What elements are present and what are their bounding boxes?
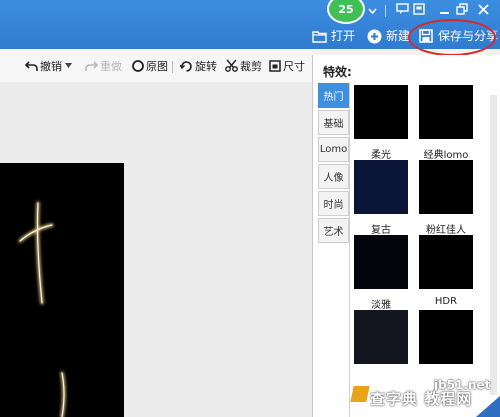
skin-icon[interactable] xyxy=(410,3,428,19)
undo-label: 撤销 xyxy=(40,59,62,73)
open-button[interactable]: 打开 xyxy=(311,26,355,46)
original-button[interactable]: 原图 xyxy=(131,57,168,74)
effect-label: 柔光 xyxy=(371,150,391,161)
watermark-logo-icon xyxy=(350,386,370,402)
redo-button[interactable]: 重做 xyxy=(85,57,122,74)
effect-label: 淡雅 xyxy=(371,300,391,311)
folder-icon xyxy=(311,28,327,44)
tab-fashion[interactable]: 时尚 xyxy=(318,191,349,216)
tab-lomo[interactable]: Lomo xyxy=(318,137,349,162)
undo-icon xyxy=(25,59,38,72)
effects-title: 特效: xyxy=(323,65,352,79)
effect-thumb[interactable] xyxy=(354,310,408,364)
tab-art[interactable]: 艺术 xyxy=(318,218,349,243)
restore-icon[interactable] xyxy=(453,3,471,19)
tab-rail-divider xyxy=(349,83,350,417)
crop-label: 裁剪 xyxy=(240,59,262,73)
new-button[interactable]: 新建 xyxy=(366,26,410,46)
tab-portrait[interactable]: 人像 xyxy=(318,164,349,189)
toolbar-divider xyxy=(172,61,173,73)
size-label: 尺寸 xyxy=(283,59,305,73)
rotate-label: 旋转 xyxy=(195,59,217,73)
crop-button[interactable]: 裁剪 xyxy=(225,57,262,74)
effect-thumb[interactable] xyxy=(419,310,473,364)
new-label: 新建 xyxy=(386,29,411,43)
effect-thumb-classic-lomo[interactable] xyxy=(419,85,473,139)
effect-label: HDR xyxy=(434,296,458,307)
effect-thumb-vintage[interactable] xyxy=(354,160,408,214)
dropdown-arrow-icon[interactable] xyxy=(363,3,381,19)
original-circle-icon xyxy=(131,59,144,72)
effect-thumb-hdr[interactable] xyxy=(419,235,473,289)
canvas-area[interactable] xyxy=(0,82,312,417)
undo-button[interactable]: 撤销 xyxy=(25,57,72,74)
close-icon[interactable] xyxy=(474,3,492,19)
effect-label: 经典lomo xyxy=(423,150,469,161)
tab-hot[interactable]: 热门 xyxy=(318,83,349,108)
redo-icon xyxy=(85,59,98,72)
photo-preview[interactable] xyxy=(0,163,124,417)
chevron-down-icon[interactable] xyxy=(64,59,72,72)
open-label: 打开 xyxy=(331,29,356,43)
tab-basic[interactable]: 基础 xyxy=(318,110,349,135)
minimize-icon[interactable] xyxy=(435,3,453,19)
plus-circle-icon xyxy=(366,28,382,44)
message-icon[interactable] xyxy=(393,3,411,19)
highlight-annotation xyxy=(408,19,496,56)
effect-thumb-pink-lady[interactable] xyxy=(419,160,473,214)
category-tabs: 热门 基础 Lomo 人像 时尚 艺术 xyxy=(318,83,349,245)
titlebar-divider xyxy=(385,5,386,17)
effect-label: 复古 xyxy=(371,225,391,236)
corner-fold xyxy=(476,396,500,417)
watermark: jb51.net 查字典 教程网 xyxy=(370,378,490,408)
effects-scrollbar[interactable] xyxy=(490,95,497,395)
watermark-line2: 查字典 教程网 xyxy=(370,390,473,408)
original-label: 原图 xyxy=(146,59,168,73)
effect-thumb-elegant[interactable] xyxy=(354,235,408,289)
rotate-button[interactable]: 旋转 xyxy=(180,57,217,74)
resize-icon xyxy=(268,59,281,72)
scissors-icon xyxy=(225,59,238,72)
effect-thumb-soft-light[interactable] xyxy=(354,85,408,139)
effect-label: 粉红佳人 xyxy=(426,225,466,236)
rotate-icon xyxy=(180,59,193,72)
size-button[interactable]: 尺寸 xyxy=(268,57,305,74)
redo-label: 重做 xyxy=(100,59,122,73)
